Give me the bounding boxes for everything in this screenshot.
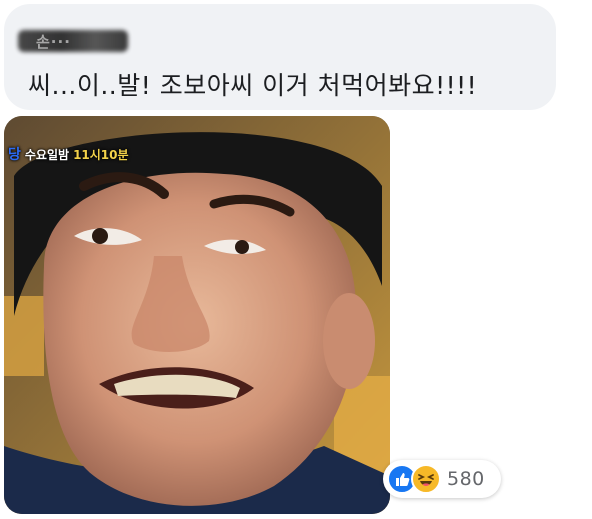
channel-logo: 당 — [8, 147, 21, 163]
comment-photo[interactable]: 당 수요일밤 11시10분 — [4, 116, 390, 514]
photo-illustration — [4, 116, 390, 514]
broadcast-caption: 당 수요일밤 11시10분 — [8, 144, 129, 164]
haha-icon — [411, 464, 441, 494]
reactions-summary[interactable]: 580 — [383, 460, 501, 498]
broadcast-time: 11시10분 — [73, 147, 129, 162]
author-name[interactable]: 손··· — [18, 31, 71, 52]
comment-text: 씨...이..발! 조보아씨 이거 처먹어봐요!!!! — [28, 71, 478, 100]
comment-author[interactable]: 손··· — [18, 26, 128, 56]
reaction-count: 580 — [447, 468, 485, 490]
broadcast-day: 수요일밤 — [24, 147, 70, 162]
comment-bubble: 손··· 씨...이..발! 조보아씨 이거 처먹어봐요!!!! — [4, 4, 556, 110]
